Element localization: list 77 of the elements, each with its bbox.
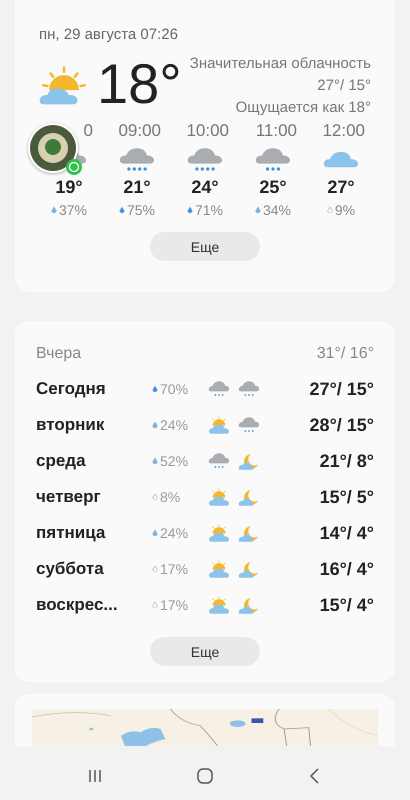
partly-cloudy-icon xyxy=(208,416,230,434)
partly-cloudy-icon xyxy=(39,65,89,107)
rain-cloud-icon xyxy=(238,416,260,434)
yesterday-label: Вчера xyxy=(36,345,82,363)
more-button[interactable]: Еще xyxy=(150,637,260,666)
moon-cloud-icon xyxy=(238,488,260,506)
precipitation-chance: 17% xyxy=(160,597,188,613)
partly-cloudy-icon xyxy=(208,560,230,578)
current-temperature: 18° xyxy=(97,53,182,115)
day-name: суббота xyxy=(36,559,105,579)
moon-cloud-icon xyxy=(238,452,260,470)
condition-text: Значительная облачность xyxy=(188,54,371,74)
day-name: пятница xyxy=(36,523,106,543)
precipitation-chance: 24% xyxy=(160,525,188,541)
day-name: воскрес... xyxy=(36,595,119,615)
drop-icon xyxy=(152,385,158,393)
home-icon[interactable] xyxy=(195,766,215,786)
precipitation-chance: 9% xyxy=(334,202,356,218)
precipitation-chance: 52% xyxy=(160,453,188,469)
day-temperatures: 27°/ 15° xyxy=(308,378,374,400)
precipitation-chance: 71% xyxy=(194,202,224,218)
hour-temperature: 25° xyxy=(259,177,287,198)
hour-time: 12:00 xyxy=(321,121,365,141)
day-temperatures: 28°/ 15° xyxy=(308,414,374,436)
precipitation-chance: 70% xyxy=(160,381,188,397)
hour-temperature: 27° xyxy=(327,177,355,198)
moon-cloud-icon xyxy=(238,524,260,542)
hour-time: 10:00 xyxy=(185,121,229,141)
partly-cloudy-icon xyxy=(208,524,230,542)
rain-cloud-icon xyxy=(238,380,260,398)
drop-icon xyxy=(152,457,158,465)
feels-like-text: Ощущается как 18° xyxy=(234,98,371,118)
rain-cloud-icon xyxy=(187,147,223,173)
day-temperatures: 16°/ 4° xyxy=(318,558,374,580)
hour-temperature: 21° xyxy=(123,177,151,198)
precipitation-chance: 17% xyxy=(160,561,188,577)
drop-icon xyxy=(50,206,57,214)
drop-icon xyxy=(152,421,158,429)
day-name: Сегодня xyxy=(36,379,107,399)
precipitation-chance: 37% xyxy=(58,202,88,218)
day-name: четверг xyxy=(36,487,102,507)
day-temperatures: 21°/ 8° xyxy=(318,450,374,472)
more-button[interactable]: Еще xyxy=(150,232,260,261)
drop-icon xyxy=(152,529,158,537)
chat-badge-icon xyxy=(66,159,82,175)
precipitation-chance: 8% xyxy=(160,489,180,505)
high-low-temperature: 27°/ 15° xyxy=(316,76,371,96)
rain-cloud-icon xyxy=(208,380,230,398)
day-name: вторник xyxy=(36,415,106,435)
drop-icon xyxy=(152,601,158,609)
hour-time: 09:00 xyxy=(117,121,161,141)
partly-cloudy-icon xyxy=(208,488,230,506)
hour-time: 11:00 xyxy=(254,121,297,141)
drop-icon xyxy=(152,565,158,573)
precipitation-chance: 34% xyxy=(262,202,292,218)
partly-cloudy-icon xyxy=(208,596,230,614)
hour-temperature: 24° xyxy=(191,177,219,198)
rain-cloud-icon xyxy=(208,452,230,470)
drop-icon xyxy=(254,206,261,214)
day-name: среда xyxy=(36,451,87,471)
date-time: пн, 29 августа 07:26 xyxy=(39,26,179,43)
day-temperatures: 14°/ 4° xyxy=(318,522,374,544)
hour-temperature: 19° xyxy=(55,177,83,198)
rain-cloud-icon xyxy=(119,147,155,173)
drop-icon xyxy=(186,206,193,214)
day-temperatures: 15°/ 5° xyxy=(318,486,374,508)
day-temperatures: 15°/ 4° xyxy=(318,594,374,616)
moon-cloud-icon xyxy=(238,560,260,578)
rain-cloud-icon xyxy=(255,147,291,173)
hour-time: 0 xyxy=(82,121,93,141)
moon-cloud-icon xyxy=(238,596,260,614)
drop-icon xyxy=(326,206,333,214)
precipitation-chance: 24% xyxy=(160,417,188,433)
drop-icon xyxy=(118,206,125,214)
drop-icon xyxy=(152,493,158,501)
yesterday-temperatures: 31°/ 16° xyxy=(316,345,374,363)
precipitation-chance: 75% xyxy=(126,202,156,218)
